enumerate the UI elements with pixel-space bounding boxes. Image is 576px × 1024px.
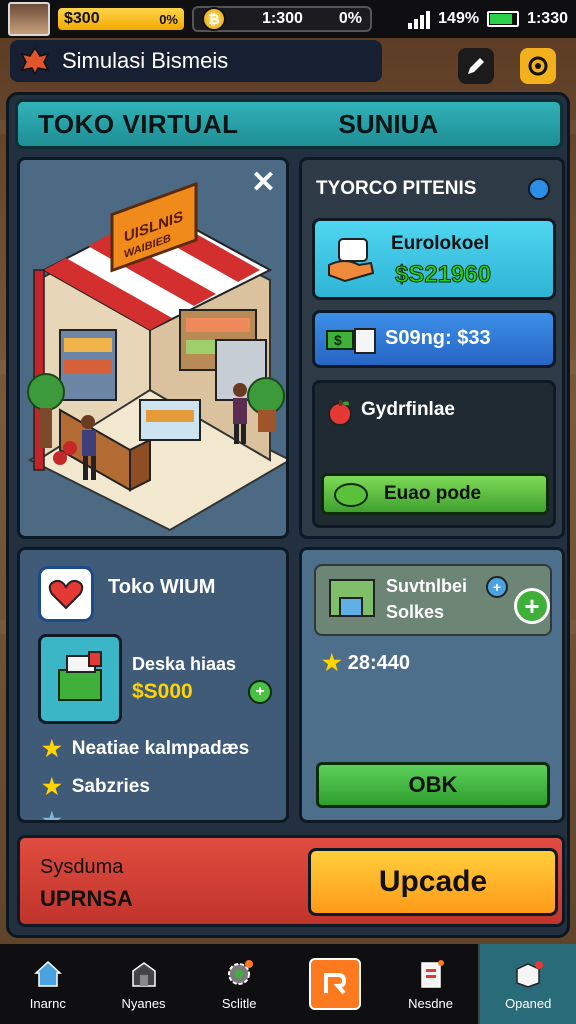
expenses-label: Gydrfinlae: [361, 399, 455, 420]
star-icon: ★: [42, 774, 62, 799]
clipboard-icon: [415, 958, 447, 990]
store-illustration: UISLNIS WAIBIEB: [27, 181, 286, 532]
nav-label: Nesdne: [408, 995, 453, 1011]
player-avatar[interactable]: [8, 2, 50, 36]
apple-icon: [328, 400, 352, 426]
list-item-label: Neatiae kalmpadæs: [71, 738, 250, 759]
app-title: Simulasi Bismeis: [62, 48, 229, 73]
hand-cash-icon: [328, 238, 375, 283]
item-name: Deska hiaas: [132, 654, 237, 674]
banner-title: TOKO VIRTUAL: [38, 108, 239, 139]
money-badge: 0%: [159, 11, 178, 27]
star-icon: ★: [42, 736, 62, 761]
time-left-value: 1:300: [261, 10, 303, 27]
score-value: 28:440: [347, 651, 411, 674]
status-panel-heading: TYORCO PITENIS: [316, 178, 477, 199]
cash-stack-icon: $: [326, 328, 376, 354]
store-view[interactable]: UISLNIS WAIBIEB ✕: [17, 157, 289, 539]
favorites-button[interactable]: [38, 566, 94, 622]
savings-label: S09ng: $33: [385, 327, 491, 349]
title-bar: Simulasi Bismeis: [10, 40, 382, 82]
revenue-label: Eurolokoel: [391, 233, 490, 254]
pen-icon: [468, 58, 484, 74]
nav-label: Sclitle: [221, 995, 257, 1011]
star-icon: ★: [42, 808, 62, 823]
ok-button-label: OBK: [408, 772, 458, 797]
supplies-line1: Suvtnlbei: [386, 576, 468, 596]
add-supplies-button[interactable]: +: [514, 588, 550, 624]
r-badge-icon: [308, 958, 361, 1010]
savings-card[interactable]: $ S09ng: $33: [312, 310, 556, 368]
store-banner: TOKO VIRTUAL SUNIUA: [15, 99, 563, 149]
money-value: $300: [64, 10, 100, 27]
home-icon: [32, 958, 64, 990]
ok-button[interactable]: OBK: [316, 762, 550, 808]
toko-title: Toko WIUM: [108, 576, 216, 598]
update-button-label: Euao pode: [384, 483, 482, 504]
nav-label: Inarnc: [29, 995, 66, 1011]
upgrade-button[interactable]: Upcade: [308, 848, 558, 916]
list-item-label: ...: [71, 810, 88, 823]
toko-panel: Toko WIUM Deska hiaas $S000 + ★ Neatiae …: [17, 547, 289, 823]
nav-item-shop[interactable]: Nyanes: [96, 944, 192, 1024]
revenue-card[interactable]: Eurolokoel $S21960: [312, 218, 556, 300]
upgrade-label-top: Sysduma: [40, 856, 124, 878]
add-item-button[interactable]: +: [248, 680, 272, 704]
nav-item-inventory[interactable]: Opaned: [478, 944, 576, 1024]
svg-text:$: $: [334, 332, 342, 348]
box-icon: [512, 958, 544, 990]
upgrade-label-bottom: UPRNSA: [40, 886, 133, 911]
close-icon[interactable]: ✕: [251, 168, 276, 198]
battery-percent: 149%: [438, 10, 480, 27]
score-display: ★ 28:440: [322, 650, 410, 676]
nav-item-center[interactable]: [287, 944, 383, 1024]
banner-subtitle: SUNIUA: [338, 108, 439, 139]
battery-icon: [487, 11, 520, 27]
supplies-panel: Suvtnlbei Solkes + + ★ 28:440 OBK: [299, 547, 565, 823]
business-status-panel: TYORCO PITENIS Eurolokoel $S21960 $ S09n…: [299, 157, 565, 539]
expenses-card: Gydrfinlae Euao pode: [312, 380, 556, 528]
nav-label: Nyanes: [121, 995, 166, 1011]
upgrade-button-label: Upcade: [378, 865, 488, 898]
pin-icon[interactable]: [528, 178, 550, 200]
list-item[interactable]: ★ ...: [42, 808, 88, 823]
target-button[interactable]: [520, 48, 556, 84]
star-icon: ★: [322, 650, 342, 675]
main-frame: TOKO VIRTUAL SUNIUA UISLNIS WAIBIEB ✕ TY…: [6, 92, 570, 938]
supplies-line2: Solkes: [386, 602, 445, 622]
target-icon: [528, 56, 548, 76]
item-price: $S000: [132, 680, 193, 703]
leaf-stack-icon: [334, 483, 368, 507]
money-counter: $300 0%: [56, 6, 186, 32]
gear-icon: [223, 958, 255, 990]
clock: 1:330: [527, 10, 568, 27]
bottom-nav: Inarnc Nyanes Sclitle Nesdne Opaned: [0, 944, 576, 1024]
edit-button[interactable]: [458, 48, 494, 84]
system-indicators: 149% 1:330: [408, 9, 568, 29]
map-boxes-icon: [329, 579, 375, 617]
nav-item-settings[interactable]: Sclitle: [191, 944, 287, 1024]
time-counter: ₿ 1:300 0%: [192, 6, 372, 32]
shop-icon: [128, 958, 160, 990]
list-item-label: Sabzries: [71, 776, 150, 797]
update-button[interactable]: Euao pode: [321, 473, 549, 515]
nav-label: Opaned: [505, 995, 552, 1011]
register-icon: [58, 651, 102, 701]
status-bar: $300 0% ₿ 1:300 0% 149% 1:330: [0, 0, 576, 38]
register-item-box[interactable]: [38, 634, 122, 724]
leaf-icon: [20, 46, 50, 76]
nav-item-home[interactable]: Inarnc: [0, 944, 96, 1024]
time-right-value: 0%: [338, 10, 362, 27]
nav-item-tasks[interactable]: Nesdne: [383, 944, 479, 1024]
upgrade-bar: Sysduma UPRNSA Upcade: [17, 835, 565, 927]
signal-icon: [408, 9, 431, 29]
heart-icon: [48, 579, 84, 610]
revenue-value: $S21960: [394, 261, 492, 289]
list-item[interactable]: ★ Sabzries: [42, 774, 150, 800]
list-item[interactable]: ★ Neatiae kalmpadæs: [42, 736, 249, 762]
clock-coin-icon: ₿: [202, 7, 226, 31]
info-plus-icon[interactable]: +: [486, 576, 508, 598]
